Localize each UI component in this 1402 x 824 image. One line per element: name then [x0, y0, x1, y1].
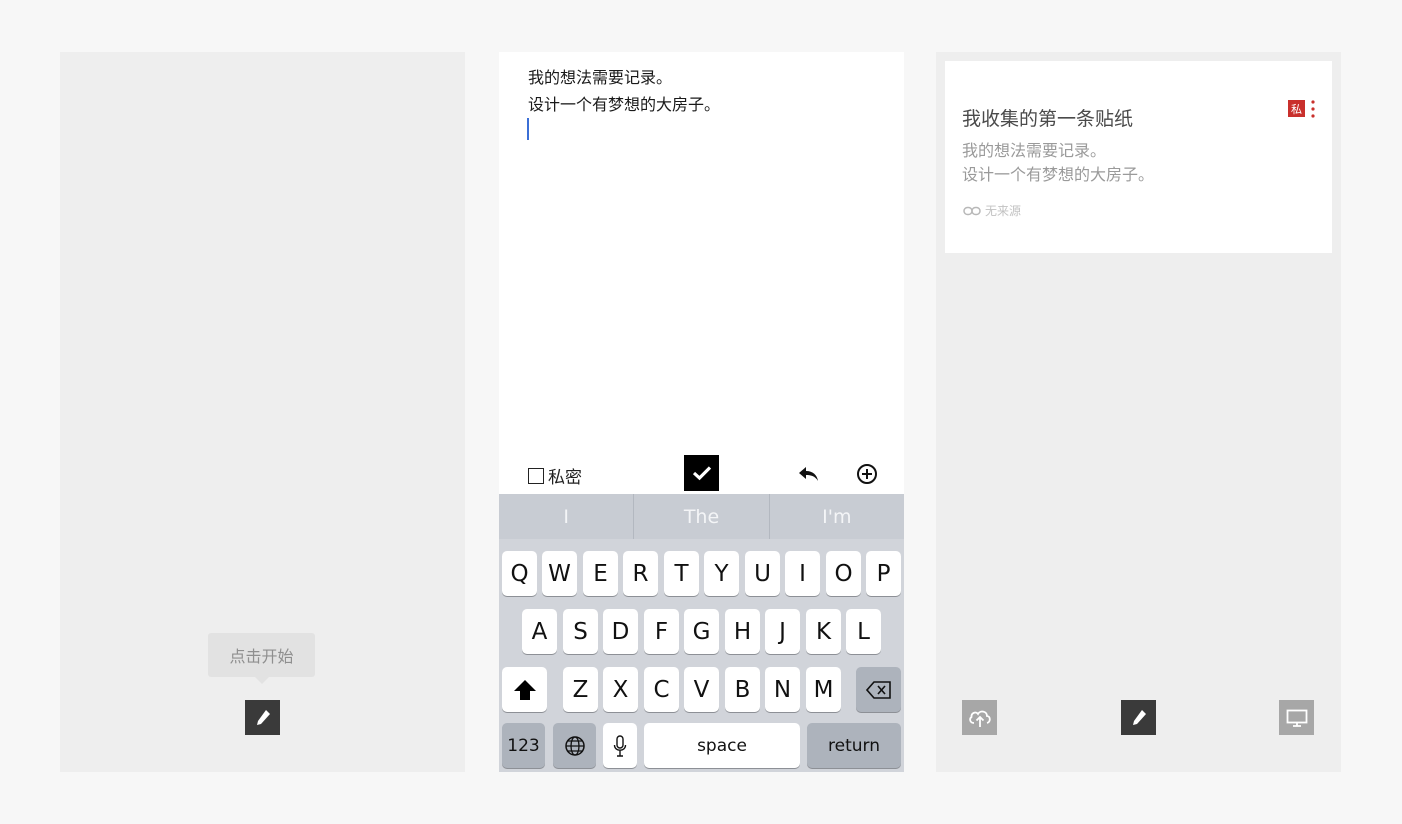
pencil-icon	[1132, 709, 1146, 725]
confirm-button[interactable]	[684, 455, 719, 491]
private-checkbox[interactable]: 私密	[528, 463, 582, 488]
add-button[interactable]	[855, 462, 879, 486]
editor-panel: 我的想法需要记录。 设计一个有梦想的大房子。 私密 I The I'm Q W …	[499, 52, 904, 772]
display-button[interactable]	[1279, 700, 1314, 735]
suggestion-bar: I The I'm	[499, 494, 904, 539]
key-e[interactable]: E	[583, 551, 618, 596]
suggestion-item[interactable]: I	[499, 494, 635, 539]
empty-state-panel: 点击开始	[60, 52, 465, 772]
undo-icon	[799, 467, 818, 481]
key-t[interactable]: T	[664, 551, 699, 596]
shift-arrow-icon	[513, 679, 536, 700]
editor-toolbar: 私密	[499, 454, 904, 494]
upload-button[interactable]	[962, 700, 997, 735]
suggestion-item[interactable]: The	[634, 494, 770, 539]
key-z[interactable]: Z	[563, 667, 598, 712]
cloud-upload-icon	[968, 710, 991, 727]
key-k[interactable]: K	[806, 609, 841, 654]
key-q[interactable]: Q	[502, 551, 537, 596]
return-key[interactable]: return	[807, 723, 901, 768]
space-key[interactable]: space	[644, 723, 800, 768]
key-i[interactable]: I	[785, 551, 820, 596]
plus-circle-icon	[857, 464, 877, 484]
undo-button[interactable]	[797, 462, 821, 486]
key-s[interactable]: S	[563, 609, 598, 654]
globe-icon	[564, 735, 585, 756]
note-title: 我收集的第一条贴纸	[962, 108, 1134, 130]
key-f[interactable]: F	[644, 609, 679, 654]
key-l[interactable]: L	[846, 609, 881, 654]
suggestion-item[interactable]: I'm	[770, 494, 904, 539]
new-note-button[interactable]	[245, 700, 280, 735]
backspace-icon	[865, 680, 891, 699]
backspace-key[interactable]	[856, 667, 901, 712]
checkbox-box	[528, 467, 544, 484]
pencil-icon	[256, 709, 270, 725]
key-a[interactable]: A	[522, 609, 557, 654]
key-d[interactable]: D	[603, 609, 638, 654]
key-n[interactable]: N	[765, 667, 800, 712]
key-c[interactable]: C	[644, 667, 679, 712]
shift-key[interactable]	[502, 667, 547, 712]
globe-key[interactable]	[553, 723, 596, 768]
key-h[interactable]: H	[725, 609, 760, 654]
new-note-button[interactable]	[1121, 700, 1156, 735]
key-b[interactable]: B	[725, 667, 760, 712]
key-g[interactable]: G	[684, 609, 719, 654]
key-x[interactable]: X	[603, 667, 638, 712]
key-u[interactable]: U	[745, 551, 780, 596]
key-r[interactable]: R	[623, 551, 658, 596]
key-o[interactable]: O	[826, 551, 861, 596]
note-editor-text[interactable]: 我的想法需要记录。 设计一个有梦想的大房子。	[528, 64, 878, 118]
note-list-panel: 我收集的第一条贴纸 私 我的想法需要记录。 设计一个有梦想的大房子。 无来源	[936, 52, 1341, 772]
note-body: 我的想法需要记录。 设计一个有梦想的大房子。	[962, 141, 1155, 184]
start-tooltip: 点击开始	[208, 633, 315, 684]
private-label: 私密	[548, 468, 582, 488]
key-p[interactable]: P	[866, 551, 901, 596]
microphone-icon	[613, 734, 627, 757]
private-badge: 私	[1288, 100, 1305, 117]
key-v[interactable]: V	[684, 667, 719, 712]
more-vertical-icon[interactable]	[1309, 99, 1317, 119]
link-icon	[963, 206, 981, 215]
monitor-icon	[1286, 709, 1307, 727]
note-source-link[interactable]: 无来源	[963, 202, 1021, 219]
onscreen-keyboard: I The I'm Q W E R T Y U I O P A S D F G …	[499, 494, 904, 772]
note-card[interactable]: 我收集的第一条贴纸 私 我的想法需要记录。 设计一个有梦想的大房子。 无来源	[945, 61, 1332, 253]
note-source-label: 无来源	[985, 204, 1022, 218]
key-y[interactable]: Y	[704, 551, 739, 596]
checkmark-icon	[692, 466, 711, 481]
numbers-key[interactable]: 123	[502, 723, 545, 768]
key-m[interactable]: M	[806, 667, 841, 712]
key-w[interactable]: W	[542, 551, 577, 596]
microphone-key[interactable]	[603, 723, 637, 768]
key-j[interactable]: J	[765, 609, 800, 654]
text-caret	[527, 118, 529, 140]
